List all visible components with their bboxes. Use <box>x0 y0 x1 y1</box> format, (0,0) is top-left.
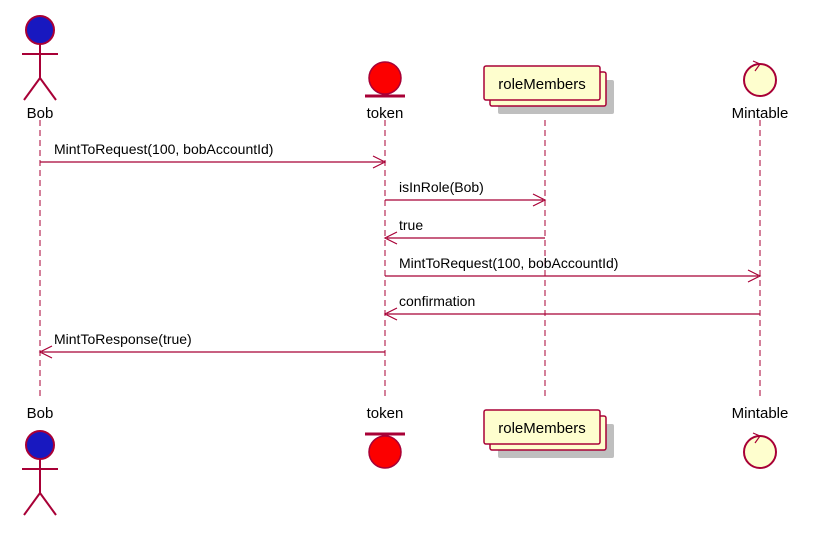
message-0: MintToRequest(100, bobAccountId) <box>40 141 385 168</box>
messages-group: MintToRequest(100, bobAccountId) isInRole… <box>40 141 760 358</box>
participant-bob-label-bottom: Bob <box>27 405 54 422</box>
sequence-diagram: Bob token roleMembers Mintable MintToReq… <box>0 0 838 533</box>
message-label-1: isInRole(Bob) <box>399 179 484 195</box>
message-4: confirmation <box>385 293 760 320</box>
participant-bob-label-top: Bob <box>27 105 54 122</box>
message-label-2: true <box>399 217 423 233</box>
participant-token-bottom: token <box>365 405 405 468</box>
message-1: isInRole(Bob) <box>385 179 545 206</box>
participant-mintable-label-bottom: Mintable <box>732 405 789 422</box>
participant-bob-top: Bob <box>22 16 58 122</box>
participant-token-label-bottom: token <box>367 405 404 422</box>
participant-mintable-top: Mintable <box>732 61 789 122</box>
participant-mintable-label-top: Mintable <box>732 105 789 122</box>
message-label-4: confirmation <box>399 293 475 309</box>
message-5: MintToResponse(true) <box>40 331 385 358</box>
participant-rolemembers-label-bottom: roleMembers <box>498 420 586 437</box>
message-label-3: MintToRequest(100, bobAccountId) <box>399 255 618 271</box>
message-2: true <box>385 217 545 244</box>
participant-bob-bottom: Bob <box>22 405 58 515</box>
participant-rolemembers-label-top: roleMembers <box>498 76 586 93</box>
participant-rolemembers-top: roleMembers <box>484 66 614 114</box>
message-label-0: MintToRequest(100, bobAccountId) <box>54 141 273 157</box>
participant-token-top: token <box>365 62 405 122</box>
message-label-5: MintToResponse(true) <box>54 331 192 347</box>
participant-rolemembers-bottom: roleMembers <box>484 410 614 458</box>
message-3: MintToRequest(100, bobAccountId) <box>385 255 760 282</box>
participant-mintable-bottom: Mintable <box>732 405 789 468</box>
participant-token-label-top: token <box>367 105 404 122</box>
